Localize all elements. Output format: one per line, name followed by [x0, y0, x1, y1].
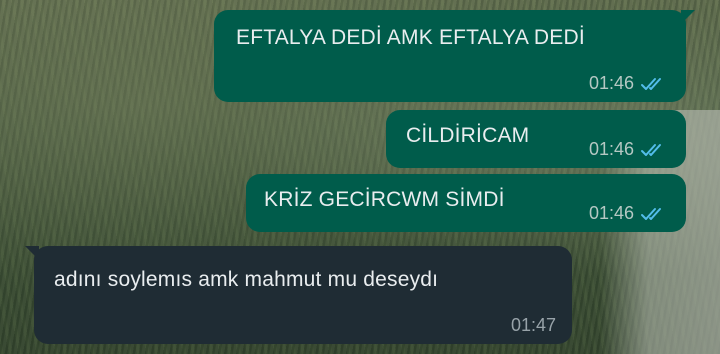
- double-check-icon: [640, 142, 668, 158]
- message-meta: 01:46: [589, 73, 668, 94]
- message-text: EFTALYA DEDİ AMK EFTALYA DEDİ: [236, 26, 585, 49]
- bubble-tail: [25, 246, 39, 260]
- message-meta: 01:47: [511, 315, 556, 336]
- message-time: 01:47: [510, 315, 556, 335]
- double-check-icon: [640, 76, 668, 92]
- message-text: KRİZ GECİRCWM SİMDİ: [264, 188, 505, 211]
- message-time: 01:46: [588, 73, 634, 93]
- message-text: adını soylemıs amk mahmut mu deseydı: [54, 268, 439, 291]
- bubble-tail: [681, 10, 695, 24]
- message-text: CİLDİRİCAM: [406, 124, 530, 147]
- message-time: 01:46: [588, 203, 634, 223]
- message-meta: 01:46: [589, 203, 668, 224]
- double-check-icon: [640, 206, 668, 222]
- message-bubble-outgoing[interactable]: CİLDİRİCAM 01:46: [386, 110, 686, 168]
- message-time: 01:46: [588, 139, 634, 159]
- message-bubble-outgoing[interactable]: EFTALYA DEDİ AMK EFTALYA DEDİ 01:46: [214, 10, 695, 102]
- message-bubble-outgoing[interactable]: KRİZ GECİRCWM SİMDİ 01:46: [246, 174, 686, 232]
- message-meta: 01:46: [589, 139, 668, 160]
- message-bubble-incoming[interactable]: adını soylemıs amk mahmut mu deseydı 01:…: [25, 246, 572, 344]
